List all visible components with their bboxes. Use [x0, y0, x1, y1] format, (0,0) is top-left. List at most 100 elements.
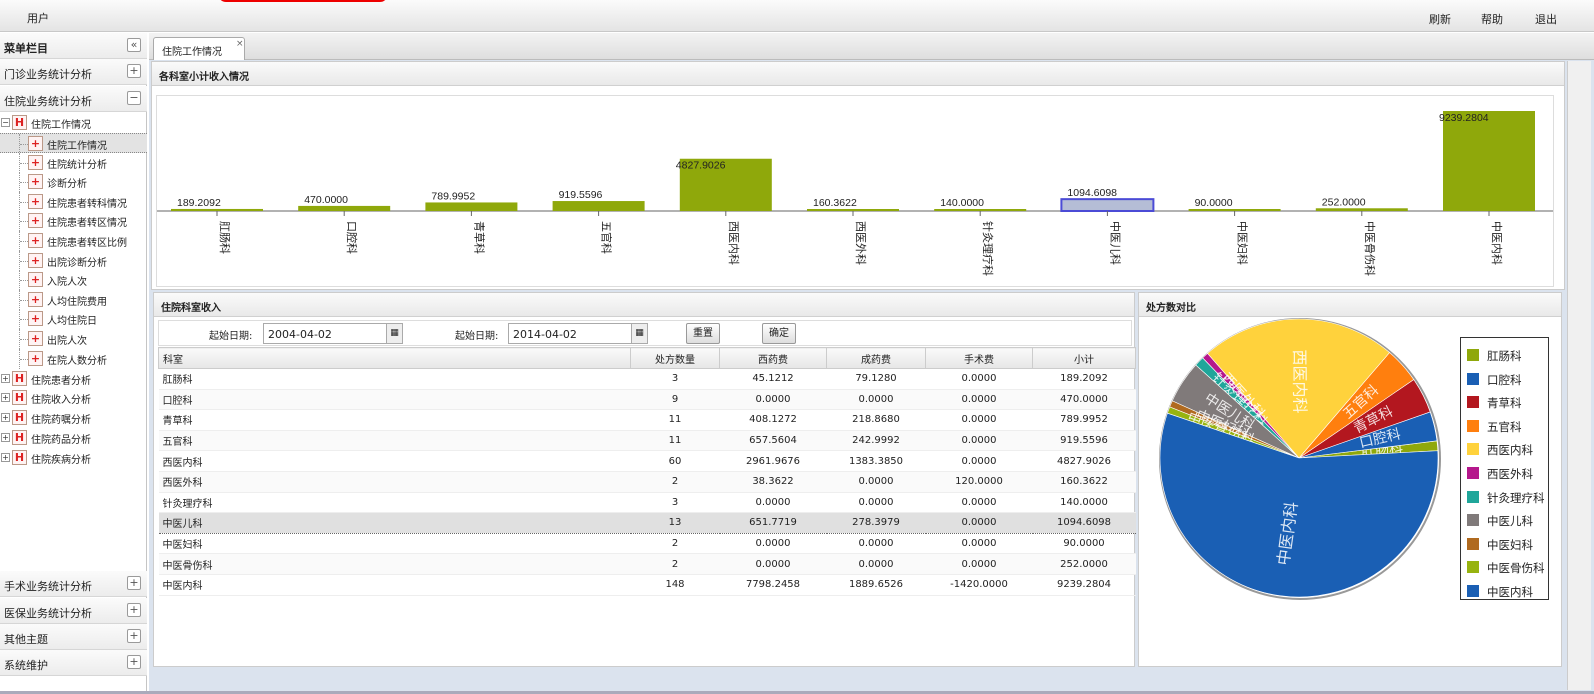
- table-cell: 651.7719: [719, 512, 827, 534]
- x-tick-label: 中医骨伤科: [1363, 221, 1377, 276]
- bar[interactable]: [1060, 198, 1155, 212]
- legend-item[interactable]: 中医骨伤科: [1467, 559, 1551, 575]
- expand-node-icon[interactable]: +: [1, 413, 10, 423]
- bar[interactable]: [807, 209, 899, 211]
- table-row[interactable]: 中医内科 148 7798.2458 1889.6526 -1420.0000 9239.…: [158, 574, 1136, 596]
- tree-item[interactable]: + 住院患者转区比例: [0, 231, 147, 251]
- legend-item[interactable]: 中医儿科: [1467, 512, 1551, 528]
- bar[interactable]: [552, 201, 645, 211]
- tree-node[interactable]: + H 住院收入分析: [0, 388, 147, 408]
- help-link[interactable]: 帮助: [1481, 11, 1503, 27]
- panel-header: 住院科室收入: [154, 293, 1134, 317]
- column-header[interactable]: 处方数量: [630, 347, 720, 369]
- table-row[interactable]: 中医儿科 13 651.7719 278.3979 0.0000 1094.6098: [158, 512, 1136, 534]
- legend-item[interactable]: 青草科: [1467, 394, 1551, 410]
- tree-item[interactable]: + 住院统计分析: [0, 152, 147, 173]
- expand-node-icon[interactable]: +: [1, 373, 10, 383]
- column-header[interactable]: 手术费: [925, 347, 1033, 369]
- tree-item[interactable]: + 入院人次: [0, 270, 147, 291]
- bar[interactable]: [298, 205, 391, 211]
- column-header[interactable]: 科室: [158, 347, 631, 369]
- bar[interactable]: [1443, 111, 1535, 211]
- bar[interactable]: [171, 208, 263, 211]
- tree-node[interactable]: + H 住院药品分析: [0, 428, 147, 448]
- legend-item[interactable]: 西医外科: [1467, 465, 1551, 481]
- expand-icon[interactable]: +: [127, 64, 141, 78]
- legend-item[interactable]: 口腔科: [1467, 371, 1551, 387]
- legend-item[interactable]: 中医内科: [1467, 583, 1551, 599]
- end-date-field[interactable]: 2014-04-02 ▦: [508, 323, 648, 344]
- collapse-sidebar-icon[interactable]: «: [127, 38, 141, 52]
- tree-node[interactable]: + H 住院药嘱分析: [0, 408, 147, 428]
- user-label[interactable]: 用户: [27, 10, 49, 26]
- legend-item[interactable]: 西医内科: [1467, 441, 1551, 457]
- expand-icon[interactable]: +: [127, 576, 141, 590]
- close-icon[interactable]: ×: [236, 39, 244, 49]
- column-header[interactable]: 成药费: [826, 347, 926, 369]
- bar[interactable]: [934, 209, 1027, 211]
- tree-item[interactable]: + 人均住院费用: [0, 289, 147, 310]
- collapse-icon[interactable]: −: [127, 91, 141, 105]
- tree-node-root[interactable]: − H 住院工作情况: [0, 113, 147, 133]
- tree-item[interactable]: + 人均住院日: [0, 309, 147, 330]
- main-area: 住院工作情况 × 各科室小计收入情况 189.2092 肛肠科 470.0000 口腔…: [149, 33, 1594, 691]
- expand-icon[interactable]: +: [127, 603, 141, 617]
- expand-node-icon[interactable]: +: [1, 432, 10, 442]
- column-header[interactable]: 西药费: [719, 347, 827, 369]
- expand-node-icon[interactable]: +: [1, 452, 10, 462]
- document-icon: +: [28, 272, 43, 288]
- table-row[interactable]: 中医骨伤科 2 0.0000 0.0000 0.0000 252.0000: [158, 553, 1136, 575]
- tree-item[interactable]: + 住院患者转科情况: [0, 191, 147, 212]
- tree-item[interactable]: + 诊断分析: [0, 172, 147, 193]
- legend-item[interactable]: 肛肠科: [1467, 347, 1551, 363]
- table-row[interactable]: 中医妇科 2 0.0000 0.0000 0.0000 90.0000: [158, 533, 1136, 555]
- section-inpatient[interactable]: 住院业务统计分析 −: [0, 86, 147, 112]
- collapse-node-icon[interactable]: −: [1, 118, 10, 127]
- table-row[interactable]: 青草科 11 408.1272 218.8680 0.0000 789.9952: [158, 409, 1136, 431]
- expand-icon[interactable]: +: [127, 655, 141, 669]
- logout-link[interactable]: 退出: [1535, 11, 1557, 27]
- section-surgery[interactable]: 手术业务统计分析 +: [0, 571, 147, 597]
- legend-swatch: [1467, 396, 1479, 409]
- expand-icon[interactable]: +: [127, 629, 141, 643]
- legend-item[interactable]: 针灸理疗科: [1467, 489, 1551, 505]
- tree-item[interactable]: + 住院工作情况: [0, 133, 147, 154]
- table-row[interactable]: 口腔科 9 0.0000 0.0000 0.0000 470.0000: [158, 389, 1136, 411]
- reset-button[interactable]: 重置: [686, 323, 720, 344]
- tree-item[interactable]: + 出院人次: [0, 329, 147, 349]
- bar[interactable]: [425, 202, 518, 211]
- tree-item[interactable]: + 住院患者转区情况: [0, 211, 147, 232]
- bar[interactable]: [1188, 209, 1281, 211]
- tree-item-label: 诊断分析: [47, 179, 87, 191]
- section-insurance[interactable]: 医保业务统计分析 +: [0, 598, 147, 624]
- expand-node-icon[interactable]: +: [1, 393, 10, 403]
- legend-label: 青草科: [1487, 396, 1522, 411]
- tab-inpatient-work[interactable]: 住院工作情况 ×: [153, 37, 245, 60]
- bar[interactable]: [1315, 208, 1408, 211]
- table-row[interactable]: 五官科 11 657.5604 242.9992 0.0000 919.5596: [158, 430, 1136, 452]
- tree-node[interactable]: + H 住院疾病分析: [0, 448, 147, 468]
- bar-value-label: 470.0000: [304, 194, 348, 206]
- scrollbar[interactable]: [1567, 61, 1591, 690]
- section-system-label: 系统维护: [4, 659, 48, 672]
- section-other[interactable]: 其他主题 +: [0, 624, 147, 650]
- refresh-link[interactable]: 刷新: [1429, 11, 1451, 27]
- ok-button[interactable]: 确定: [762, 323, 796, 344]
- calendar-icon[interactable]: ▦: [386, 324, 402, 343]
- start-date-field[interactable]: 2004-04-02 ▦: [263, 323, 403, 344]
- tree-node[interactable]: + H 住院患者分析: [0, 369, 147, 389]
- tree-item[interactable]: + 出院诊断分析: [0, 250, 147, 271]
- section-outpatient[interactable]: 门诊业务统计分析 +: [0, 59, 147, 85]
- section-system[interactable]: 系统维护 +: [0, 650, 147, 676]
- tree-item[interactable]: + 在院人数分析: [0, 348, 147, 369]
- table-row[interactable]: 针灸理疗科 3 0.0000 0.0000 0.0000 140.0000: [158, 492, 1136, 514]
- table-row[interactable]: 肛肠科 3 45.1212 79.1280 0.0000 189.2092: [158, 368, 1136, 390]
- legend-item[interactable]: 五官科: [1467, 418, 1551, 434]
- table-row[interactable]: 西医内科 60 2961.9676 1383.3850 0.0000 4827.9026: [158, 450, 1136, 472]
- column-header[interactable]: 小计: [1032, 347, 1136, 369]
- tree-item-label: 在院人数分析: [47, 355, 107, 367]
- legend-item[interactable]: 中医妇科: [1467, 536, 1551, 552]
- table-cell: 中医妇科: [158, 533, 631, 555]
- calendar-icon[interactable]: ▦: [631, 324, 647, 343]
- table-row[interactable]: 西医外科 2 38.3622 0.0000 120.0000 160.3622: [158, 471, 1136, 493]
